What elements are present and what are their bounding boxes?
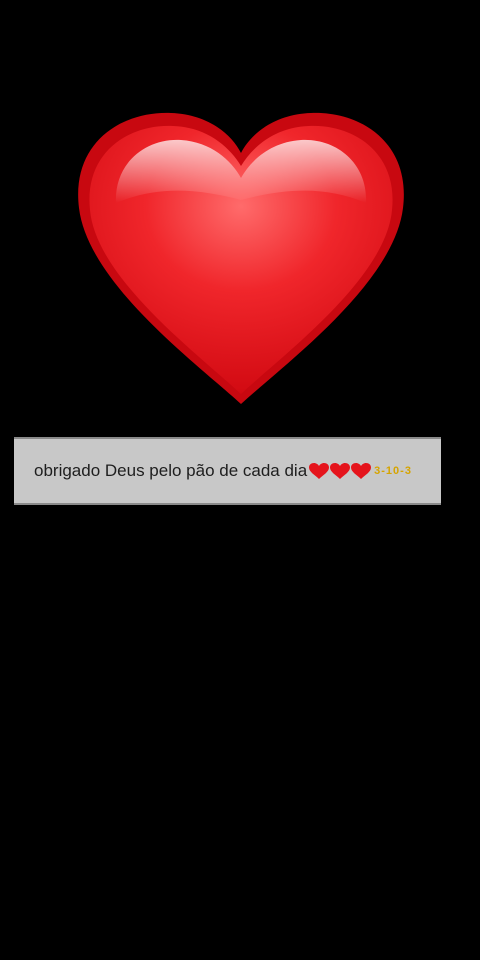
red-heart-emoji-icon <box>330 462 351 480</box>
red-heart-emoji-icon <box>309 462 330 480</box>
caption-suffix: 3-10-3 <box>374 465 412 477</box>
red-heart-emoji-icon <box>351 462 372 480</box>
caption-bar: obrigado Deus pelo pão de cada dia 3-10-… <box>14 437 441 505</box>
heart-icon <box>76 108 406 406</box>
status-screen: obrigado Deus pelo pão de cada dia 3-10-… <box>0 0 480 960</box>
caption-emoji-group <box>309 462 372 480</box>
caption-text: obrigado Deus pelo pão de cada dia <box>34 461 308 480</box>
caption-text-row: obrigado Deus pelo pão de cada dia 3-10-… <box>34 439 412 503</box>
